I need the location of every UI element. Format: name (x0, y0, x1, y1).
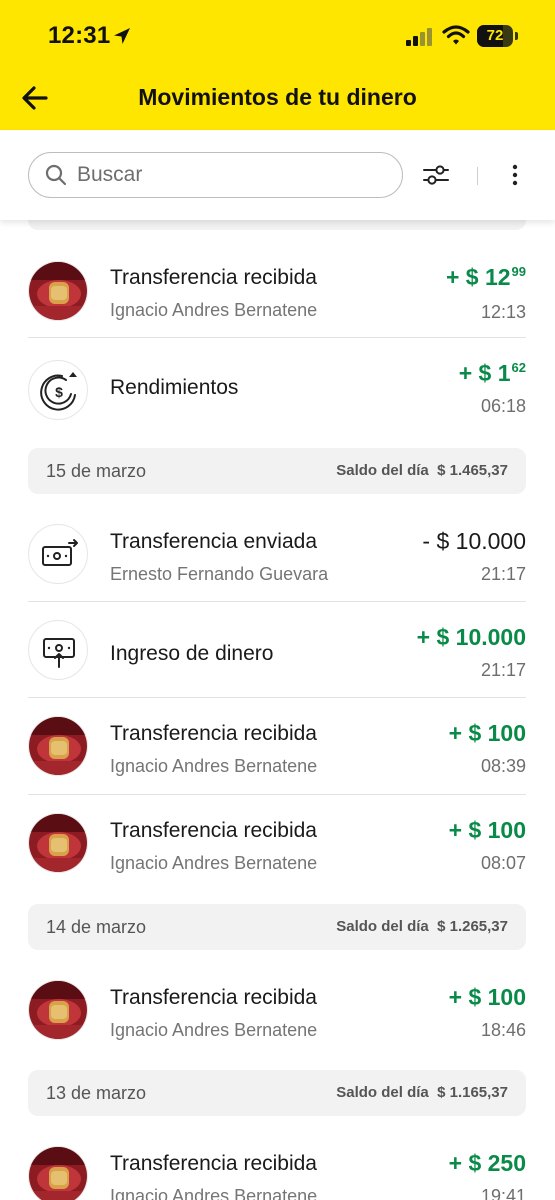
transfer-out-icon (28, 524, 88, 584)
transaction-amount: + $ 162 (458, 360, 526, 386)
day-header: 13 de marzo Saldo del día $ 1.165,37 (28, 1070, 526, 1116)
cellular-signal-icon (406, 28, 432, 46)
search-icon (45, 164, 67, 186)
transaction-time: 19:41 (480, 1186, 526, 1200)
battery-level: 72 (486, 27, 504, 44)
transaction-title: Transferencia recibida (110, 986, 317, 1009)
day-header: 14 de marzo Saldo del día $ 1.265,37 (28, 904, 526, 950)
transaction-title: Ingreso de dinero (110, 642, 274, 665)
yield-icon: $ (28, 360, 88, 420)
page-title: Movimientos de tu dinero (138, 84, 417, 110)
transaction-row[interactable]: Transferencia recibida Ignacio Andres Be… (28, 1128, 526, 1200)
avatar-photo (28, 980, 88, 1040)
transaction-counterparty: Ignacio Andres Bernatene (110, 853, 318, 873)
battery-indicator: 72 (477, 25, 519, 47)
transaction-time: 08:39 (480, 756, 526, 776)
transaction-title: Transferencia recibida (110, 819, 317, 842)
day-date: 14 de marzo (46, 917, 147, 937)
day-balance: Saldo del día $ 1.165,37 (336, 1084, 508, 1101)
transaction-amount: + $ 100 (448, 817, 526, 843)
transaction-time: 21:17 (480, 564, 526, 584)
search-box[interactable] (28, 152, 403, 198)
transaction-row[interactable]: Transferencia enviada Ernesto Fernando G… (28, 508, 526, 602)
wifi-icon (442, 25, 470, 45)
transaction-counterparty: Ignacio Andres Bernatene (110, 756, 318, 776)
transaction-amount: + $ 100 (448, 984, 526, 1010)
transaction-amount: + $ 1299 (445, 264, 526, 290)
avatar-photo (28, 716, 88, 776)
location-arrow-icon (114, 28, 130, 44)
svg-text:$: $ (55, 384, 63, 400)
transaction-amount: - $ 10.000 (422, 528, 526, 554)
day-header: 15 de marzo Saldo del día $ 1.465,37 (28, 448, 526, 494)
transaction-counterparty: Ernesto Fernando Guevara (110, 564, 329, 584)
transaction-time: 12:13 (480, 302, 526, 322)
search-input[interactable] (77, 162, 377, 188)
more-options-icon[interactable] (503, 162, 527, 188)
transaction-row[interactable]: Transferencia recibida Ignacio Andres Be… (28, 962, 526, 1062)
toolbar-divider (477, 167, 478, 185)
app-header: 12:31 72 Movimientos de tu dinero (0, 0, 555, 130)
transaction-title: Transferencia enviada (110, 530, 318, 553)
status-time: 12:31 (48, 22, 111, 49)
day-date: 15 de marzo (46, 461, 147, 481)
transaction-time: 21:17 (480, 660, 526, 680)
status-bar: 12:31 72 (0, 0, 555, 75)
transaction-row[interactable]: Transferencia recibida Ignacio Andres Be… (28, 698, 526, 795)
transaction-row[interactable]: Ingreso de dinero + $ 10.000 21:17 (28, 602, 526, 698)
transaction-title: Transferencia recibida (110, 722, 317, 745)
avatar-photo (28, 261, 88, 321)
transaction-counterparty: Ignacio Andres Bernatene (110, 1020, 318, 1040)
transactions-list[interactable]: Transferencia recibida Ignacio Andres Be… (0, 220, 555, 1200)
transaction-title: Transferencia recibida (110, 1152, 317, 1175)
transaction-time: 08:07 (480, 853, 526, 873)
day-header-partial (28, 220, 526, 230)
day-date: 13 de marzo (46, 1083, 147, 1103)
deposit-icon (28, 620, 88, 680)
filter-sliders-icon[interactable] (422, 162, 450, 188)
transaction-counterparty: Ignacio Andres Bernatene (110, 300, 318, 320)
transaction-row[interactable]: $ Rendimientos + $ 162 06:18 (28, 338, 526, 434)
avatar-photo (28, 1146, 88, 1200)
avatar-photo (28, 813, 88, 873)
transaction-amount: + $ 100 (448, 720, 526, 746)
transaction-time: 06:18 (480, 396, 526, 416)
day-balance: Saldo del día $ 1.265,37 (336, 918, 508, 935)
search-toolbar (0, 130, 555, 220)
transaction-amount: + $ 250 (448, 1150, 526, 1176)
transaction-counterparty: Ignacio Andres Bernatene (110, 1186, 318, 1200)
transaction-row[interactable]: Transferencia recibida Ignacio Andres Be… (28, 248, 526, 338)
transaction-title: Rendimientos (110, 376, 239, 399)
day-balance: Saldo del día $ 1.465,37 (336, 462, 508, 479)
transaction-time: 18:46 (480, 1020, 526, 1040)
transaction-amount: + $ 10.000 (416, 624, 526, 650)
transaction-row[interactable]: Transferencia recibida Ignacio Andres Be… (28, 795, 526, 890)
transaction-title: Transferencia recibida (110, 266, 317, 289)
